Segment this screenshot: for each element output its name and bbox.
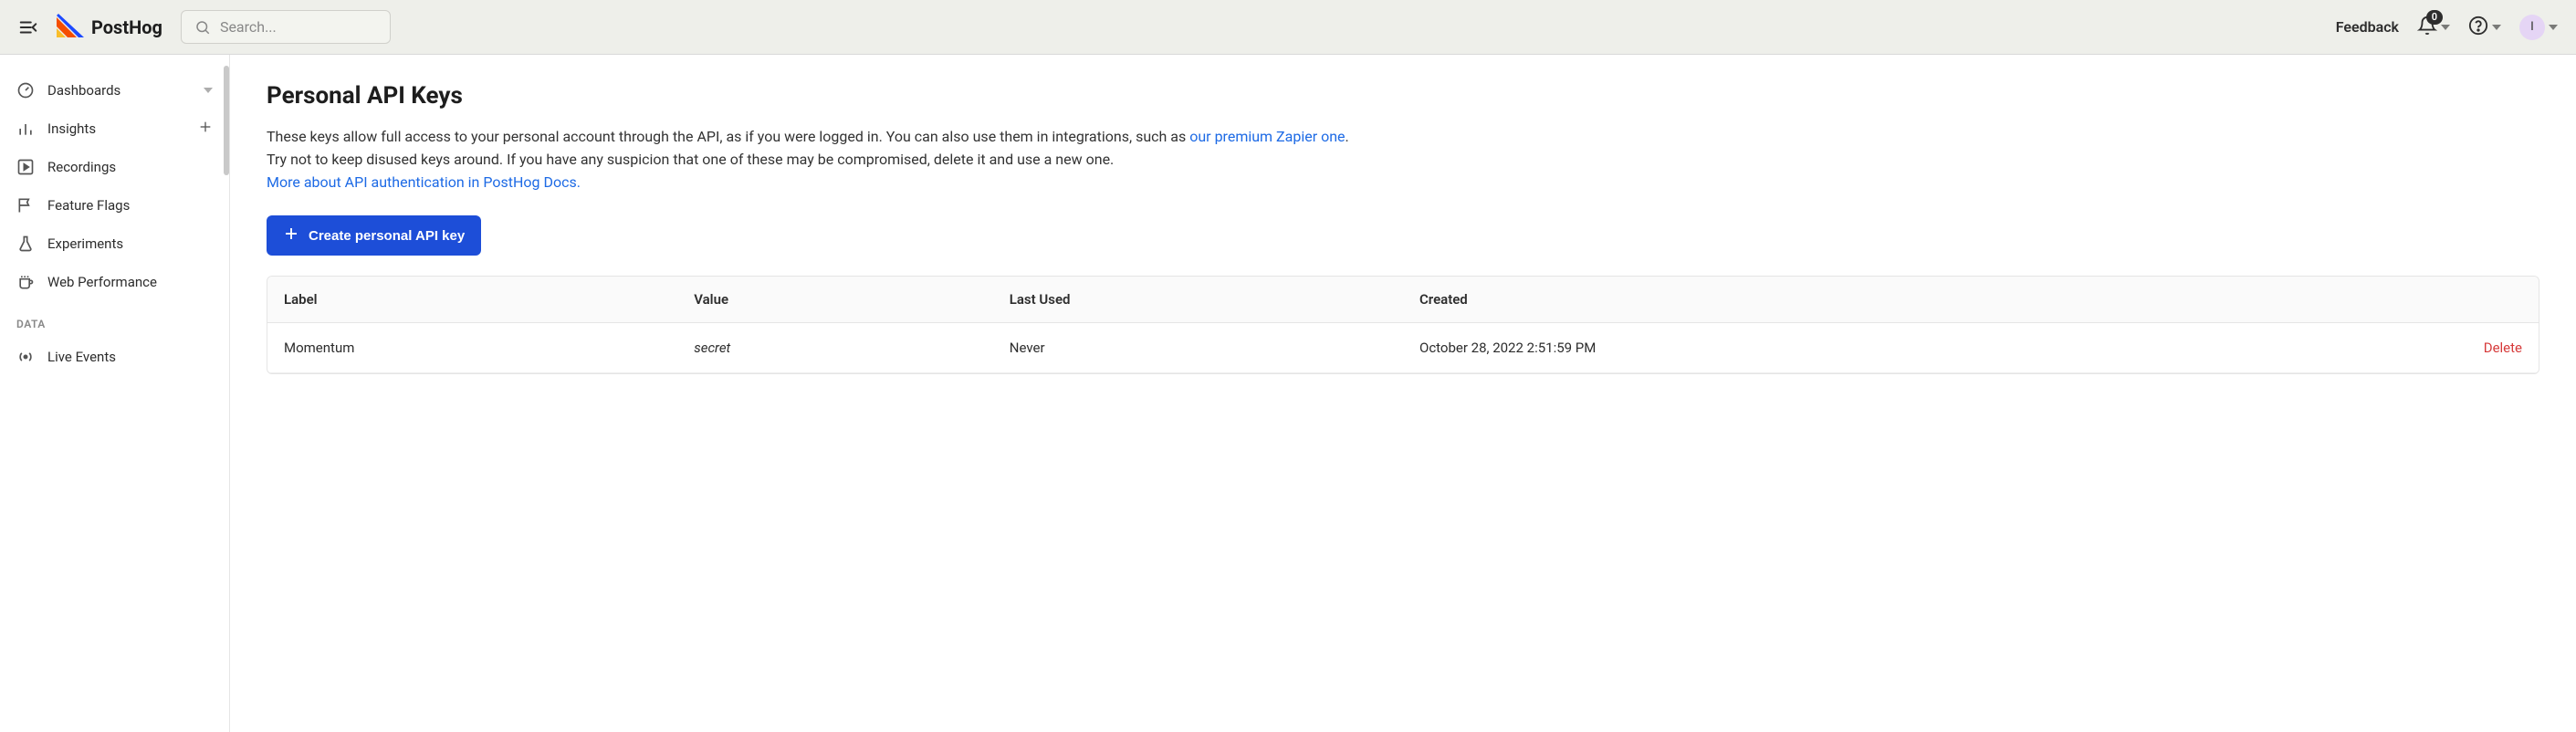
- menu-toggle-button[interactable]: [18, 17, 38, 37]
- sidebar-item-label: Experiments: [47, 235, 123, 252]
- page-description: These keys allow full access to your per…: [267, 126, 2539, 193]
- sidebar: Dashboards Insights Recordings Feature F…: [0, 55, 230, 732]
- sidebar-item-dashboards[interactable]: Dashboards: [0, 71, 229, 110]
- top-bar: PostHog Search... Feedback 0 I: [0, 0, 2576, 55]
- live-icon: [16, 348, 35, 366]
- th-last-used: Last Used: [993, 277, 1403, 322]
- bar-chart-icon: [16, 120, 35, 138]
- flask-icon: [16, 235, 35, 253]
- notifications-button[interactable]: 0: [2417, 16, 2450, 39]
- cell-created: October 28, 2022 2:51:59 PM: [1403, 323, 2287, 372]
- plus-icon: [283, 225, 299, 246]
- posthog-logo-icon: [57, 14, 84, 41]
- help-icon: [2468, 16, 2488, 39]
- search-input[interactable]: Search...: [181, 10, 391, 44]
- sidebar-item-label: Feature Flags: [47, 197, 130, 214]
- api-keys-table: Label Value Last Used Created Momentum s…: [267, 276, 2539, 374]
- brand-logo[interactable]: PostHog: [57, 14, 162, 41]
- sidebar-section-label: DATA: [0, 301, 229, 338]
- page-title: Personal API Keys: [267, 82, 2539, 110]
- bell-icon: 0: [2417, 16, 2437, 39]
- sidebar-item-insights[interactable]: Insights: [0, 110, 229, 148]
- th-actions: [2287, 277, 2539, 322]
- sidebar-item-label: Insights: [47, 120, 96, 137]
- plus-icon[interactable]: [198, 120, 213, 138]
- gauge-icon: [16, 81, 35, 99]
- th-label: Label: [267, 277, 677, 322]
- sidebar-item-label: Web Performance: [47, 274, 157, 290]
- delete-button[interactable]: Delete: [2287, 323, 2539, 372]
- main-content: Personal API Keys These keys allow full …: [230, 55, 2576, 732]
- table-header-row: Label Value Last Used Created: [267, 277, 2539, 323]
- sidebar-item-label: Recordings: [47, 159, 116, 175]
- brand-name: PostHog: [91, 16, 162, 38]
- zapier-link[interactable]: our premium Zapier one: [1189, 128, 1345, 145]
- cell-label: Momentum: [267, 323, 677, 372]
- user-menu-button[interactable]: I: [2519, 15, 2558, 40]
- sidebar-item-label: Live Events: [47, 349, 116, 365]
- th-created: Created: [1403, 277, 2287, 322]
- th-value: Value: [677, 277, 993, 322]
- sidebar-item-experiments[interactable]: Experiments: [0, 225, 229, 263]
- sidebar-item-live-events[interactable]: Live Events: [0, 338, 229, 376]
- top-right-controls: Feedback 0 I: [2336, 15, 2558, 40]
- chevron-down-icon: [2441, 23, 2450, 32]
- chevron-down-icon: [2549, 23, 2558, 32]
- play-box-icon: [16, 158, 35, 176]
- table-row: Momentum secret Never October 28, 2022 2…: [267, 323, 2539, 373]
- avatar: I: [2519, 15, 2545, 40]
- chevron-down-icon: [204, 86, 213, 95]
- feedback-link[interactable]: Feedback: [2336, 18, 2399, 36]
- help-button[interactable]: [2468, 16, 2501, 39]
- cell-value: secret: [677, 323, 993, 372]
- create-api-key-button[interactable]: Create personal API key: [267, 215, 481, 256]
- mug-icon: [16, 273, 35, 291]
- sidebar-item-label: Dashboards: [47, 82, 120, 99]
- docs-link[interactable]: More about API authentication in PostHog…: [267, 173, 581, 191]
- cell-last-used: Never: [993, 323, 1403, 372]
- sidebar-item-recordings[interactable]: Recordings: [0, 148, 229, 186]
- chevron-down-icon: [2492, 23, 2501, 32]
- flag-icon: [16, 196, 35, 214]
- search-placeholder: Search...: [220, 18, 277, 36]
- sidebar-item-feature-flags[interactable]: Feature Flags: [0, 186, 229, 225]
- sidebar-item-web-performance[interactable]: Web Performance: [0, 263, 229, 301]
